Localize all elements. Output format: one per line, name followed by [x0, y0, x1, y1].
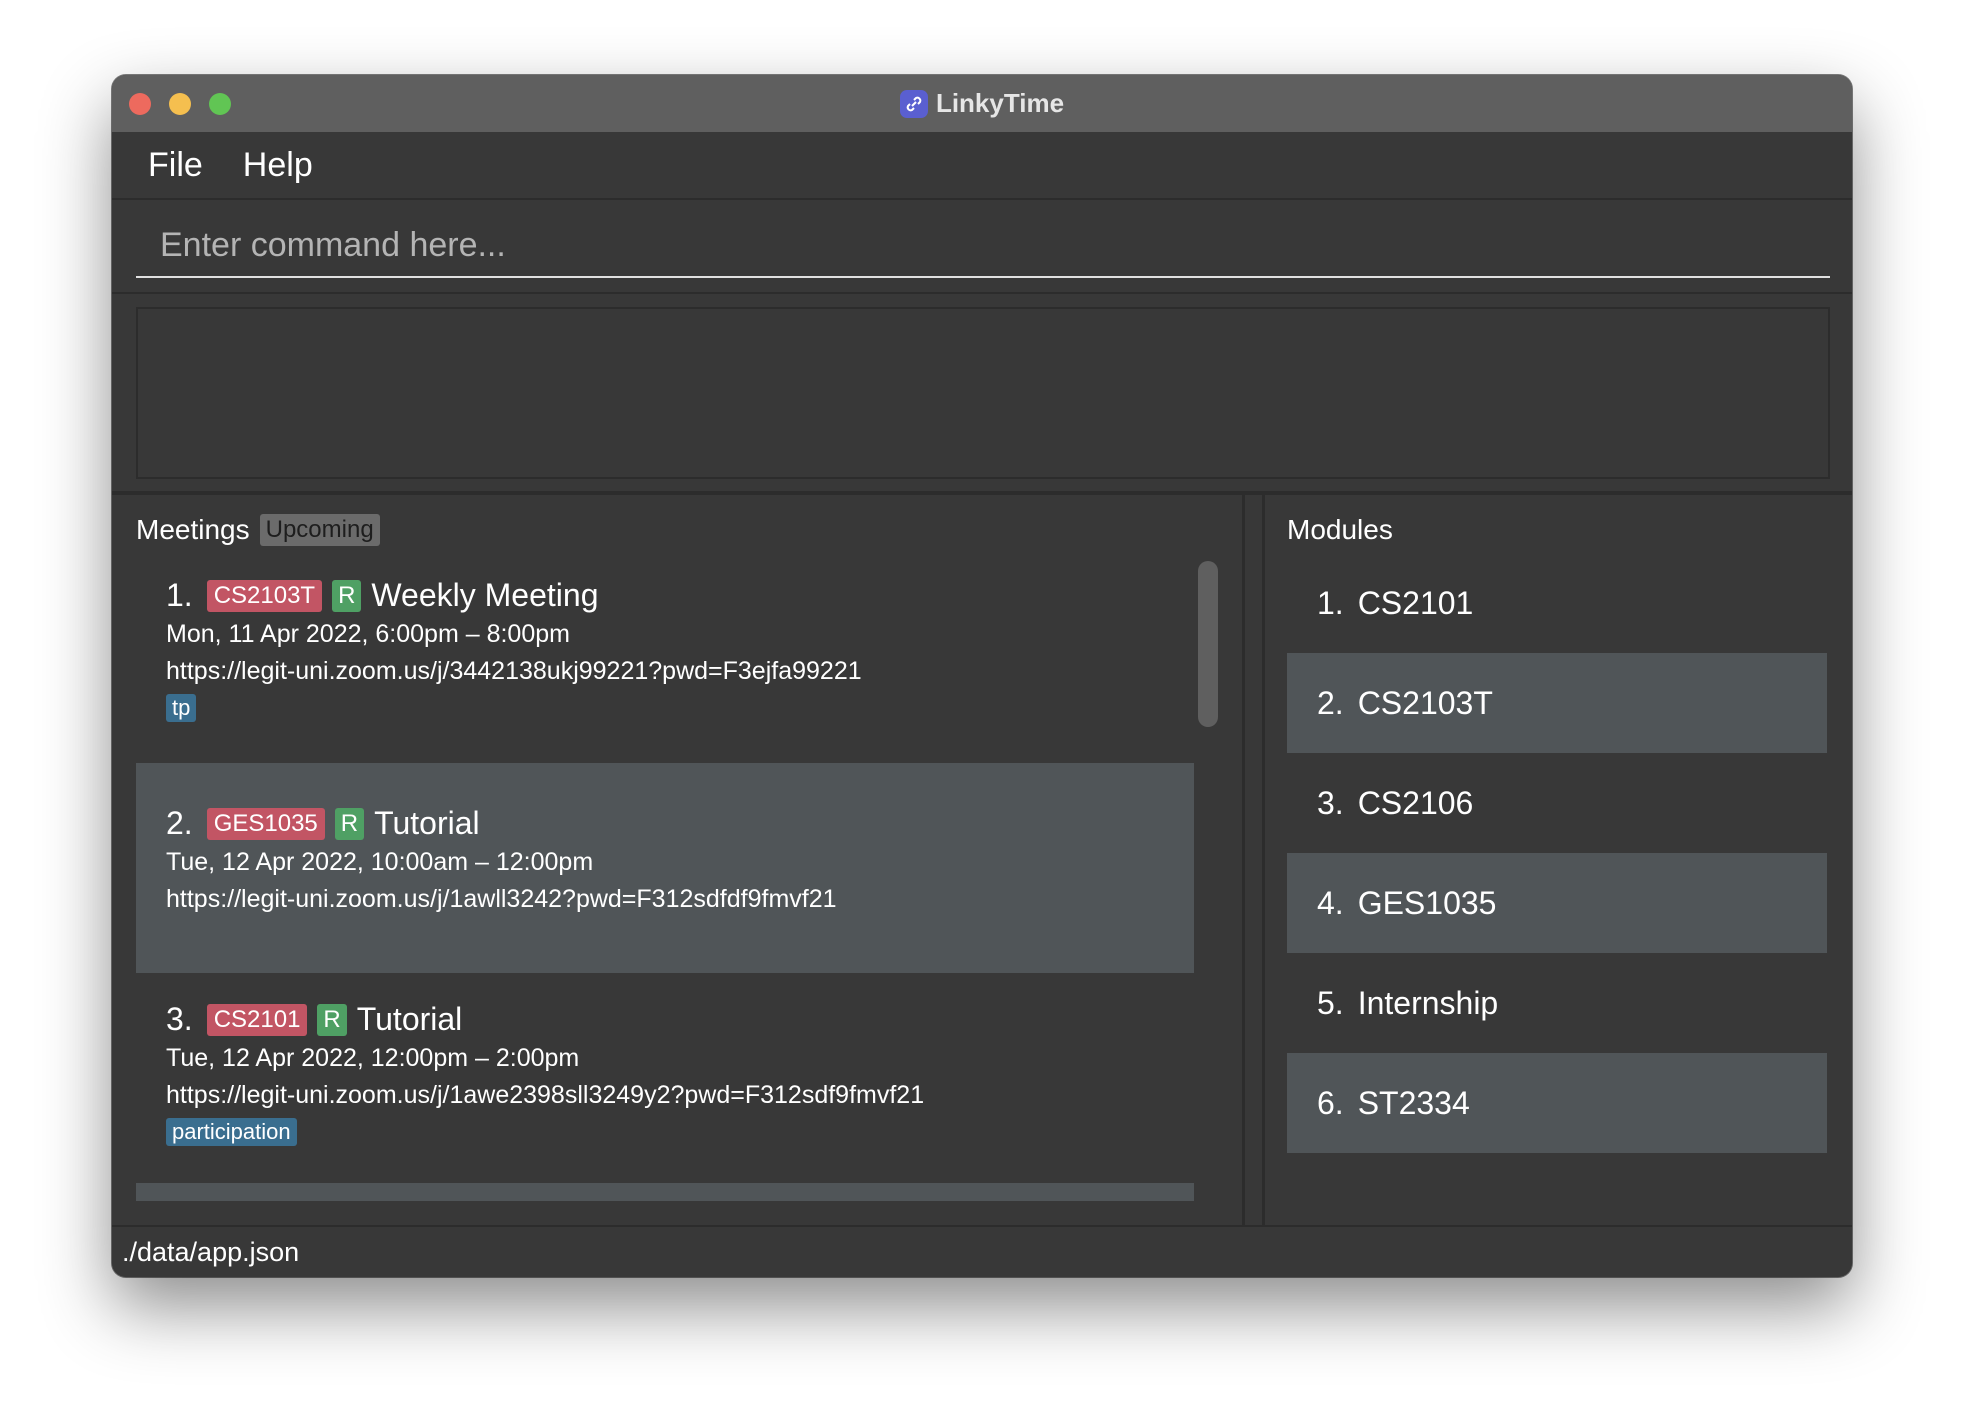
meeting-name: Weekly Meeting: [371, 577, 599, 613]
meeting-name: Tutorial: [356, 1001, 463, 1037]
module-badge: CS2103T: [206, 579, 323, 612]
window-title: LinkyTime: [935, 88, 1065, 118]
module-name: CS2106: [1357, 784, 1474, 821]
meeting-index: 1.: [166, 577, 193, 613]
recurring-badge: R: [317, 1003, 347, 1036]
meeting-name: Tutorial: [374, 805, 480, 841]
modules-header: Modules: [1287, 514, 1393, 546]
recurring-badge: R: [334, 807, 365, 840]
title-wrap: LinkyTime: [112, 75, 1852, 132]
menu-file[interactable]: File: [112, 146, 223, 185]
module-item[interactable]: 1. CS2101: [1287, 553, 1827, 653]
command-area: [112, 200, 1852, 294]
module-name: CS2101: [1357, 584, 1474, 621]
tag-badge: tp: [166, 694, 197, 722]
meeting-card-partial[interactable]: [136, 1183, 1194, 1201]
tag-badge: participation: [166, 1118, 297, 1146]
result-display: [136, 307, 1830, 479]
link-icon: [899, 89, 928, 118]
module-item[interactable]: 5. Internship: [1287, 953, 1827, 1053]
meeting-list[interactable]: 1. CS2103T R Weekly Meeting Mon, 11 Apr …: [136, 553, 1194, 1201]
module-item[interactable]: 3. CS2106: [1287, 753, 1827, 853]
command-input[interactable]: [136, 214, 1830, 278]
module-name: GES1035: [1357, 884, 1497, 921]
meeting-card[interactable]: 2. GES1035 R Tutorial Tue, 12 Apr 2022, …: [136, 763, 1194, 973]
app-window: LinkyTime File Help Meetings Upcoming 1.…: [112, 75, 1852, 1277]
meeting-link[interactable]: https://legit-uni.zoom.us/j/1awll3242?pw…: [166, 885, 1194, 914]
meetings-title: Meetings: [136, 514, 250, 545]
status-bar: ./data/app.json: [112, 1227, 1852, 1277]
module-badge: CS2101: [206, 1003, 308, 1036]
module-index: 2.: [1317, 684, 1344, 721]
meetings-scrollbar-thumb[interactable]: [1198, 561, 1218, 727]
meeting-time: Tue, 12 Apr 2022, 12:00pm – 2:00pm: [166, 1044, 580, 1072]
menu-help[interactable]: Help: [223, 146, 333, 185]
module-item[interactable]: 2. CS2103T: [1287, 653, 1827, 753]
meeting-card[interactable]: 1. CS2103T R Weekly Meeting Mon, 11 Apr …: [136, 553, 1194, 763]
modules-title: Modules: [1287, 514, 1393, 545]
meeting-index: 3.: [166, 1001, 193, 1037]
data-file-path: ./data/app.json: [122, 1237, 300, 1267]
module-index: 6.: [1317, 1084, 1344, 1121]
recurring-badge: R: [332, 579, 362, 612]
meeting-index: 2.: [166, 805, 193, 841]
meeting-link[interactable]: https://legit-uni.zoom.us/j/3442138ukj99…: [166, 657, 1194, 686]
upcoming-filter-badge: Upcoming: [259, 514, 380, 546]
meetings-header: Meetings Upcoming: [136, 514, 380, 546]
module-name: Internship: [1357, 984, 1499, 1021]
module-item[interactable]: 4. GES1035: [1287, 853, 1827, 953]
title-bar: LinkyTime: [112, 75, 1852, 133]
module-item[interactable]: 6. ST2334: [1287, 1053, 1827, 1153]
module-index: 4.: [1317, 884, 1344, 921]
module-index: 3.: [1317, 784, 1344, 821]
module-index: 5.: [1317, 984, 1344, 1021]
meeting-link[interactable]: https://legit-uni.zoom.us/j/1awe2398sll3…: [166, 1081, 1194, 1110]
meeting-card[interactable]: 3. CS2101 R Tutorial Tue, 12 Apr 2022, 1…: [136, 973, 1194, 1183]
meeting-time: Tue, 12 Apr 2022, 10:00am – 12:00pm: [166, 848, 594, 876]
meeting-time: Mon, 11 Apr 2022, 6:00pm – 8:00pm: [166, 620, 570, 648]
menu-bar: File Help: [112, 132, 1852, 200]
module-name: ST2334: [1357, 1084, 1470, 1121]
module-index: 1.: [1317, 584, 1344, 621]
module-name: CS2103T: [1357, 684, 1493, 721]
module-badge: GES1035: [206, 807, 325, 840]
module-list[interactable]: 1. CS2101 2. CS2103T 3. CS2106 4. GES103…: [1287, 553, 1827, 1153]
